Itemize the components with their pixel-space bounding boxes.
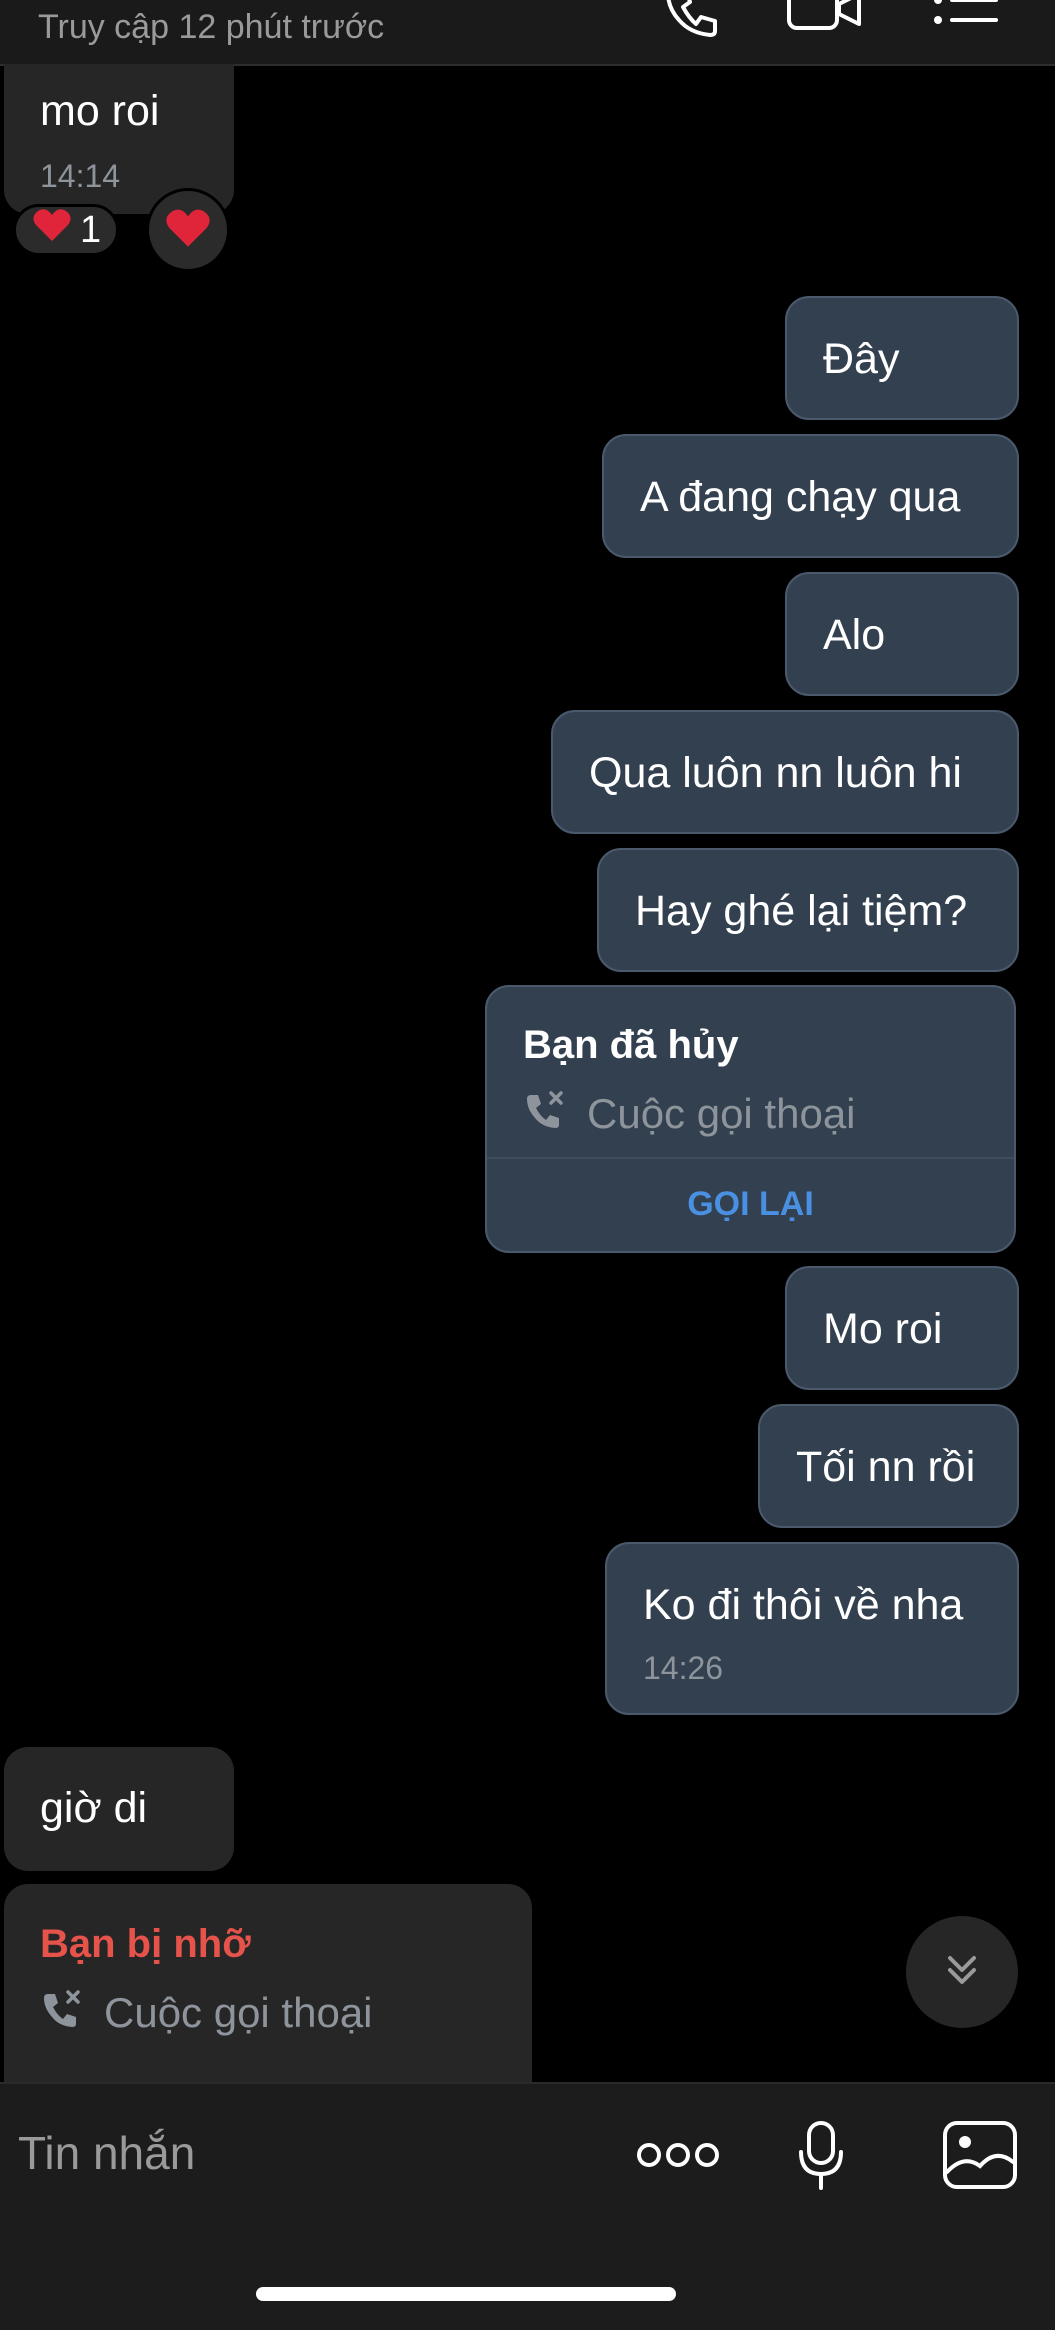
double-chevron-down-icon (942, 1950, 982, 1995)
reaction-count: 1 (80, 208, 102, 251)
call-status-title: Bạn bị nhỡ (40, 1922, 251, 1966)
phone-icon[interactable] (662, 0, 722, 45)
home-indicator (256, 2287, 676, 2301)
message-text: Ko đi thôi về nha (643, 1581, 964, 1629)
phone-missed-icon (40, 1988, 104, 2037)
call-type-label: Cuộc gọi thoại (587, 1089, 856, 1137)
scroll-to-bottom-button[interactable] (906, 1916, 1018, 2028)
call-card-incoming: Bạn bị nhỡ Cuộc gọi thoại (4, 1884, 532, 2104)
call-card-outgoing: Bạn đã hủy Cuộc gọi thoại GỌI LẠI (485, 985, 1016, 1253)
message-text: A đang chạy qua (640, 473, 961, 521)
last-seen-status: Truy cập 12 phút trước (38, 8, 385, 46)
list-icon[interactable] (930, 0, 1000, 45)
message-bubble-outgoing[interactable]: Hay ghé lại tiệm? (597, 848, 1019, 972)
more-icon[interactable] (636, 2140, 720, 2175)
message-bubble-outgoing[interactable]: Ko đi thôi về nha 14:26 (605, 1542, 1019, 1715)
message-input[interactable]: Tin nhắn (18, 2126, 195, 2180)
message-bubble-outgoing[interactable]: Đây (785, 296, 1019, 420)
phone-cancelled-icon (523, 1089, 587, 1138)
video-icon[interactable] (785, 0, 865, 45)
heart-icon (32, 207, 72, 253)
message-text: Alo (823, 611, 886, 659)
message-text: mo roi (40, 87, 160, 135)
message-text: Qua luôn nn luôn hi (589, 749, 962, 797)
message-bubble-outgoing[interactable]: Tối nn rồi (758, 1404, 1019, 1528)
call-status-title: Bạn đã hủy (523, 1023, 739, 1067)
message-bubble-outgoing[interactable]: Alo (785, 572, 1019, 696)
message-bubble-outgoing[interactable]: Qua luôn nn luôn hi (551, 710, 1019, 834)
message-bubble-outgoing[interactable]: A đang chạy qua (602, 434, 1019, 558)
message-bubble-incoming[interactable]: giờ di (4, 1747, 234, 1871)
call-back-button[interactable]: GỌI LẠI (487, 1187, 1014, 1221)
message-bubble-outgoing[interactable]: Mo roi (785, 1266, 1019, 1390)
message-text: giờ di (40, 1784, 148, 1832)
image-icon[interactable] (942, 2120, 1018, 2195)
microphone-icon[interactable] (796, 2120, 846, 2197)
message-time: 14:14 (40, 158, 121, 194)
message-time: 14:26 (643, 1650, 724, 1686)
message-text: Đây (823, 335, 900, 383)
message-text: Tối nn rồi (796, 1443, 976, 1491)
heart-icon (164, 207, 212, 254)
message-text: Hay ghé lại tiệm? (635, 887, 968, 935)
divider (487, 1157, 1014, 1159)
chat-header: Truy cập 12 phút trước (0, 0, 1055, 66)
call-type-label: Cuộc gọi thoại (104, 1988, 373, 2036)
message-text: Mo roi (823, 1305, 943, 1353)
reaction-button[interactable] (146, 188, 230, 272)
reaction-summary[interactable]: 1 (13, 204, 119, 256)
